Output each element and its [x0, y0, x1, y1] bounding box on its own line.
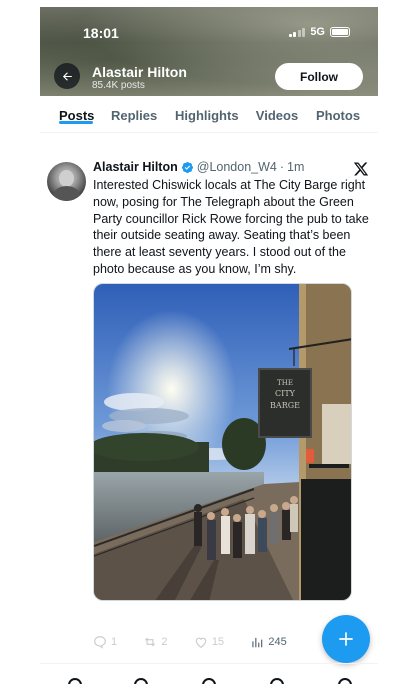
- status-indicators: 5G: [288, 26, 350, 38]
- tab-photos[interactable]: Photos: [316, 96, 360, 123]
- pub-sign-line-2: CITY: [275, 389, 296, 398]
- nav-messages-icon[interactable]: [338, 678, 352, 684]
- bottom-nav: [40, 663, 378, 684]
- profile-tabs: Posts Replies Highlights Videos Photos: [40, 96, 378, 133]
- back-arrow-icon: [62, 71, 72, 81]
- tweet-time[interactable]: 1m: [287, 160, 304, 174]
- reply-icon: [94, 636, 106, 649]
- compose-button[interactable]: [322, 615, 370, 663]
- nav-grok-icon[interactable]: [202, 678, 216, 684]
- like-count: 15: [211, 636, 225, 648]
- status-time: 18:01: [83, 25, 119, 41]
- avatar[interactable]: [47, 162, 86, 201]
- plus-icon: [339, 632, 353, 646]
- header-profile-name: Alastair Hilton: [92, 64, 187, 80]
- repost-count: 2: [161, 636, 168, 648]
- header-posts-count: 85.4K posts: [92, 80, 145, 91]
- like-button[interactable]: 15: [194, 635, 224, 649]
- follow-button[interactable]: Follow: [275, 63, 363, 90]
- tweet-actions: 1 2 15 245: [93, 635, 353, 649]
- app-frame: 18:01 5G Alastair Hilton 85.4K posts Fol…: [40, 7, 378, 684]
- nav-search-icon[interactable]: [134, 678, 148, 684]
- repost-button[interactable]: 2: [143, 635, 168, 649]
- tab-videos[interactable]: Videos: [255, 96, 299, 123]
- network-label: 5G: [310, 26, 325, 38]
- reply-button[interactable]: 1: [93, 635, 117, 649]
- tab-highlights[interactable]: Highlights: [175, 96, 239, 123]
- pub-sign-line-3: BARGE: [270, 401, 300, 410]
- tab-replies[interactable]: Replies: [111, 96, 157, 123]
- tab-posts[interactable]: Posts: [59, 96, 94, 124]
- views-icon: [252, 637, 263, 648]
- battery-icon: [330, 27, 350, 37]
- tweet-text: Interested Chiswick locals at The City B…: [93, 178, 369, 276]
- tweet-author-name[interactable]: Alastair Hilton: [93, 160, 178, 174]
- tweet-separator: ·: [279, 160, 285, 174]
- x-logo-icon: [353, 162, 369, 176]
- views-button[interactable]: 245: [250, 635, 287, 649]
- pub-photo-image: THE CITY BARGE: [94, 284, 351, 600]
- tweet-handle[interactable]: @London_W4: [197, 160, 277, 174]
- tweet-photo[interactable]: THE CITY BARGE: [93, 283, 352, 601]
- signal-icon: [288, 27, 306, 37]
- nav-home-icon[interactable]: [68, 678, 82, 684]
- repost-icon: [145, 637, 156, 647]
- heart-icon: [195, 637, 207, 648]
- back-button[interactable]: [54, 63, 80, 89]
- tweet-header: Alastair Hilton @London_W4 · 1m: [93, 160, 304, 174]
- profile-header: 18:01 5G Alastair Hilton 85.4K posts Fol…: [40, 7, 378, 96]
- reply-count: 1: [111, 636, 118, 648]
- pub-sign-line-1: THE: [277, 379, 293, 387]
- verified-badge-icon: [181, 161, 193, 173]
- nav-notifications-icon[interactable]: [270, 678, 284, 684]
- views-count: 245: [268, 636, 287, 648]
